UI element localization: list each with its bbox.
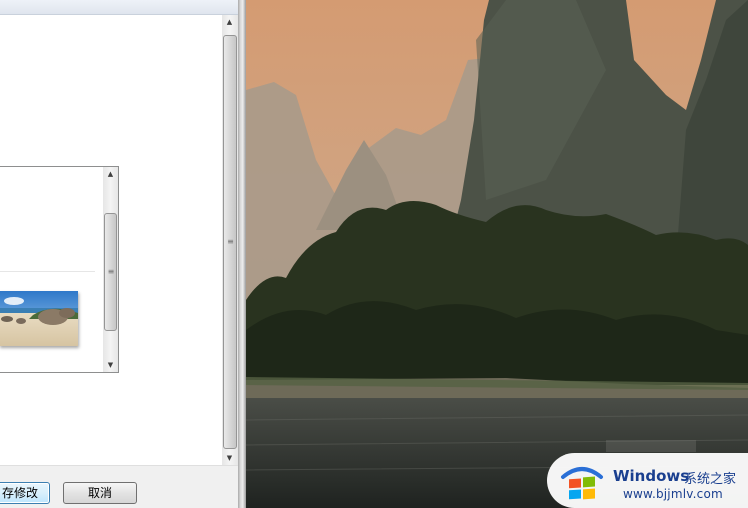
settings-dialog: ▲ ≡ ▼ ▲ ≡ ▼ 存修改 取消 <box>0 0 238 508</box>
picture-list-box[interactable]: ▲ ≡ ▼ <box>0 166 119 373</box>
scroll-down-arrow-icon[interactable]: ▼ <box>103 358 118 372</box>
watermark-brand: Windows <box>613 467 690 485</box>
dialog-content-area: ▲ ≡ ▼ <box>0 15 222 465</box>
dialog-scroll-thumb[interactable]: ≡ <box>223 35 237 449</box>
karst-landscape-image <box>246 0 748 508</box>
dialog-scrollbar[interactable]: ▲ ≡ ▼ <box>222 15 238 465</box>
beach-thumbnail-image <box>0 291 78 346</box>
wallpaper-thumbnail[interactable] <box>0 291 78 346</box>
scroll-up-arrow-icon[interactable]: ▲ <box>222 15 237 29</box>
site-watermark: Windows 系统之家 www.bjjmlv.com <box>547 453 748 508</box>
scroll-down-arrow-icon[interactable]: ▼ <box>222 451 237 465</box>
windows-logo-icon <box>561 467 603 500</box>
list-scroll-thumb[interactable]: ≡ <box>104 213 117 331</box>
scroll-grip-icon: ≡ <box>107 267 115 276</box>
watermark-brand-cn: 系统之家 <box>684 472 737 487</box>
list-scrollbar[interactable]: ▲ ≡ ▼ <box>103 167 118 372</box>
window-splitter[interactable] <box>238 0 246 508</box>
scroll-grip-icon: ≡ <box>227 237 234 246</box>
cancel-button[interactable]: 取消 <box>63 482 137 504</box>
desktop-wallpaper <box>246 0 748 508</box>
list-group-divider <box>0 271 95 272</box>
dialog-button-bar: 存修改 取消 <box>0 465 238 508</box>
save-changes-button[interactable]: 存修改 <box>0 482 50 504</box>
watermark-url: www.bjjmlv.com <box>623 487 723 501</box>
scroll-up-arrow-icon[interactable]: ▲ <box>103 167 118 181</box>
dialog-title-strip <box>0 0 238 15</box>
